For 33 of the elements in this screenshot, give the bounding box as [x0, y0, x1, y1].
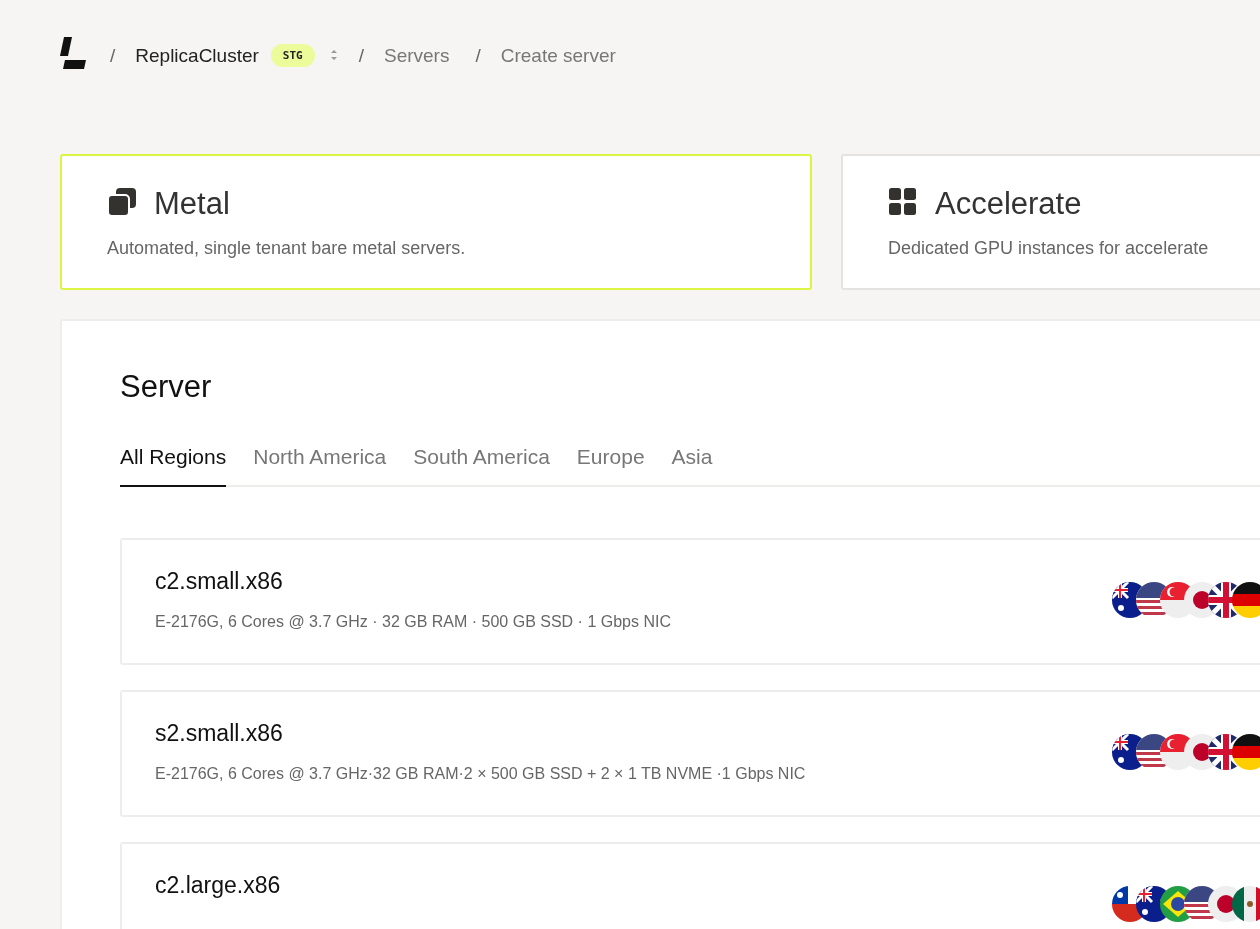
product-title: Metal	[154, 186, 230, 222]
plan-name: c2.large.x86	[155, 872, 281, 899]
plan-name: s2.small.x86	[155, 720, 284, 747]
plan-name: c2.small.x86	[155, 568, 284, 595]
server-plan-card[interactable]: c2.large.x86	[120, 842, 1260, 929]
region-tab[interactable]: Asia	[671, 445, 713, 487]
flag-icon	[1232, 582, 1260, 618]
section-title: Server	[120, 369, 213, 405]
product-description: Automated, single tenant bare metal servers.	[107, 238, 467, 259]
grid-icon	[888, 187, 918, 217]
region-tab[interactable]: Europe	[576, 445, 645, 487]
breadcrumb-separator: /	[475, 44, 481, 67]
plan-specs: E-2176G, 6 Cores @ 3.7 GHz·32 GB RAM·2 × 500 GB SSD + 2 × 1 TB NVME ·1 Gbps NIC	[155, 765, 806, 783]
server-plan-card[interactable]: c2.small.x86 E-2176G, 6 Cores @ 3.7 GHz · 32 GB RAM · 500 GB SSD · 1 Gbps NIC	[120, 538, 1260, 665]
breadcrumb-link[interactable]: Create server	[500, 44, 616, 67]
breadcrumb-separator: /	[110, 44, 116, 67]
environment-badge: STG	[270, 44, 315, 67]
breadcrumb-link[interactable]: ReplicaCluster	[135, 44, 259, 67]
breadcrumb-separator: /	[358, 44, 364, 67]
flag-icon	[1232, 734, 1260, 770]
flag-icon	[1232, 886, 1260, 922]
logo-icon[interactable]	[60, 37, 86, 69]
server-plan-card[interactable]: s2.small.x86 E-2176G, 6 Cores @ 3.7 GHz·32 GB RAM·2 × 500 GB SSD + 2 × 1 TB NVME ·1 Gbps NIC	[120, 690, 1260, 817]
stacked-squares-icon	[107, 187, 137, 217]
product-description: Dedicated GPU instances for accelerate	[888, 238, 1210, 259]
region-tab[interactable]: All Regions	[120, 445, 227, 487]
breadcrumb-link[interactable]: Servers	[384, 44, 450, 67]
plan-specs: E-2176G, 6 Cores @ 3.7 GHz · 32 GB RAM · 500 GB SSD · 1 Gbps NIC	[155, 613, 671, 631]
region-tab[interactable]: South America	[413, 445, 550, 487]
product-card[interactable]: Accelerate Dedicated GPU instances for accelerate	[841, 154, 1260, 290]
product-card[interactable]: Metal Automated, single tenant bare metal servers.	[60, 154, 812, 290]
product-title: Accelerate	[935, 186, 1082, 222]
region-tab[interactable]: North America	[253, 445, 387, 487]
